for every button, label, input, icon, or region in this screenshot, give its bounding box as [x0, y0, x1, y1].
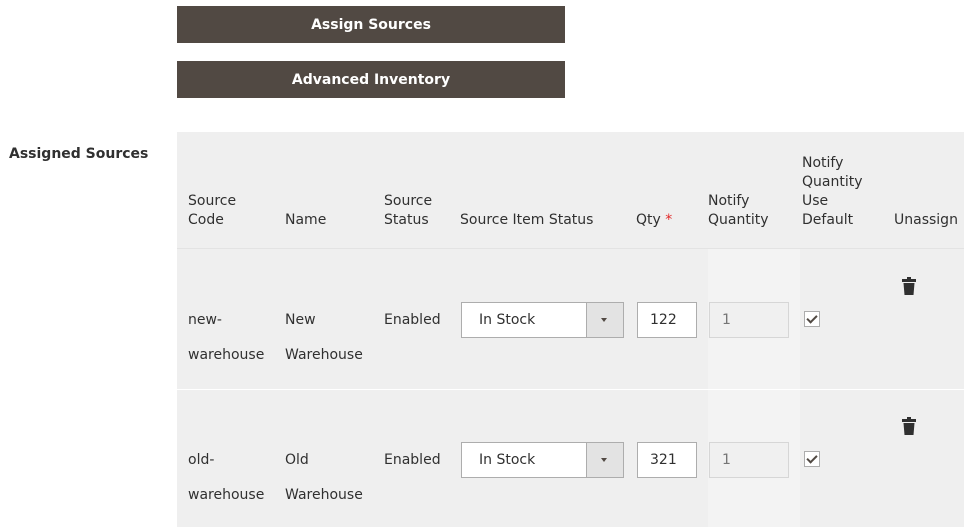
- row-2-qty-input[interactable]: [637, 442, 697, 478]
- dropdown-button-box: [586, 303, 623, 337]
- row-1-use-default-checkbox[interactable]: [804, 311, 820, 327]
- row-2-source-item-status-value: In Stock: [479, 452, 536, 468]
- col-header-unassign: Unassign: [894, 212, 958, 228]
- assigned-sources-label: Assigned Sources: [9, 146, 149, 162]
- row-2-source-item-status-select[interactable]: In Stock: [461, 442, 624, 478]
- advanced-inventory-button[interactable]: Advanced Inventory: [177, 61, 565, 98]
- col-header-notify-quantity-use-default: Notify Quantity Use Default: [802, 155, 863, 228]
- chevron-down-icon: [601, 458, 607, 462]
- row-1-qty-input[interactable]: [637, 302, 697, 338]
- row-1-source-item-status-value: In Stock: [479, 312, 536, 328]
- row-1-name: New Warehouse: [285, 312, 363, 363]
- assigned-sources-panel: Assign Sources Advanced Inventory Assign…: [0, 0, 964, 527]
- row-2-source-code: old- warehouse: [188, 452, 265, 503]
- row-2-source-status: Enabled: [384, 452, 441, 468]
- chevron-down-icon: [601, 318, 607, 322]
- col-header-source-item-status: Source Item Status: [460, 212, 594, 228]
- trash-icon[interactable]: [902, 417, 916, 435]
- col-header-name: Name: [285, 212, 327, 228]
- row-1-source-item-status-select[interactable]: In Stock: [461, 302, 624, 338]
- row-1-notify-quantity-input: [709, 302, 789, 338]
- trash-icon[interactable]: [902, 277, 916, 295]
- col-header-source-status: Source Status: [384, 193, 433, 228]
- row-divider: [177, 389, 964, 390]
- checkmark-icon: [806, 312, 818, 324]
- row-1-source-code: new- warehouse: [188, 312, 265, 363]
- row-2-name: Old Warehouse: [285, 452, 363, 503]
- row-2-notify-quantity-input: [709, 442, 789, 478]
- row-1-source-status: Enabled: [384, 312, 441, 328]
- checkmark-icon: [806, 452, 818, 464]
- col-header-notify-quantity: Notify Quantity: [708, 193, 769, 228]
- dropdown-button-box: [586, 443, 623, 477]
- col-header-source-code: Source Code: [188, 193, 237, 228]
- assign-sources-button[interactable]: Assign Sources: [177, 6, 565, 43]
- col-header-qty: Qty *: [636, 212, 673, 228]
- notify-quantity-column-header-bg: [708, 132, 800, 248]
- row-2-use-default-checkbox[interactable]: [804, 451, 820, 467]
- required-asterisk: *: [665, 212, 673, 228]
- header-divider: [177, 248, 964, 249]
- notify-quantity-column-bg: [708, 248, 800, 527]
- assigned-sources-grid: Source Code Name Source Status Source It…: [177, 132, 964, 527]
